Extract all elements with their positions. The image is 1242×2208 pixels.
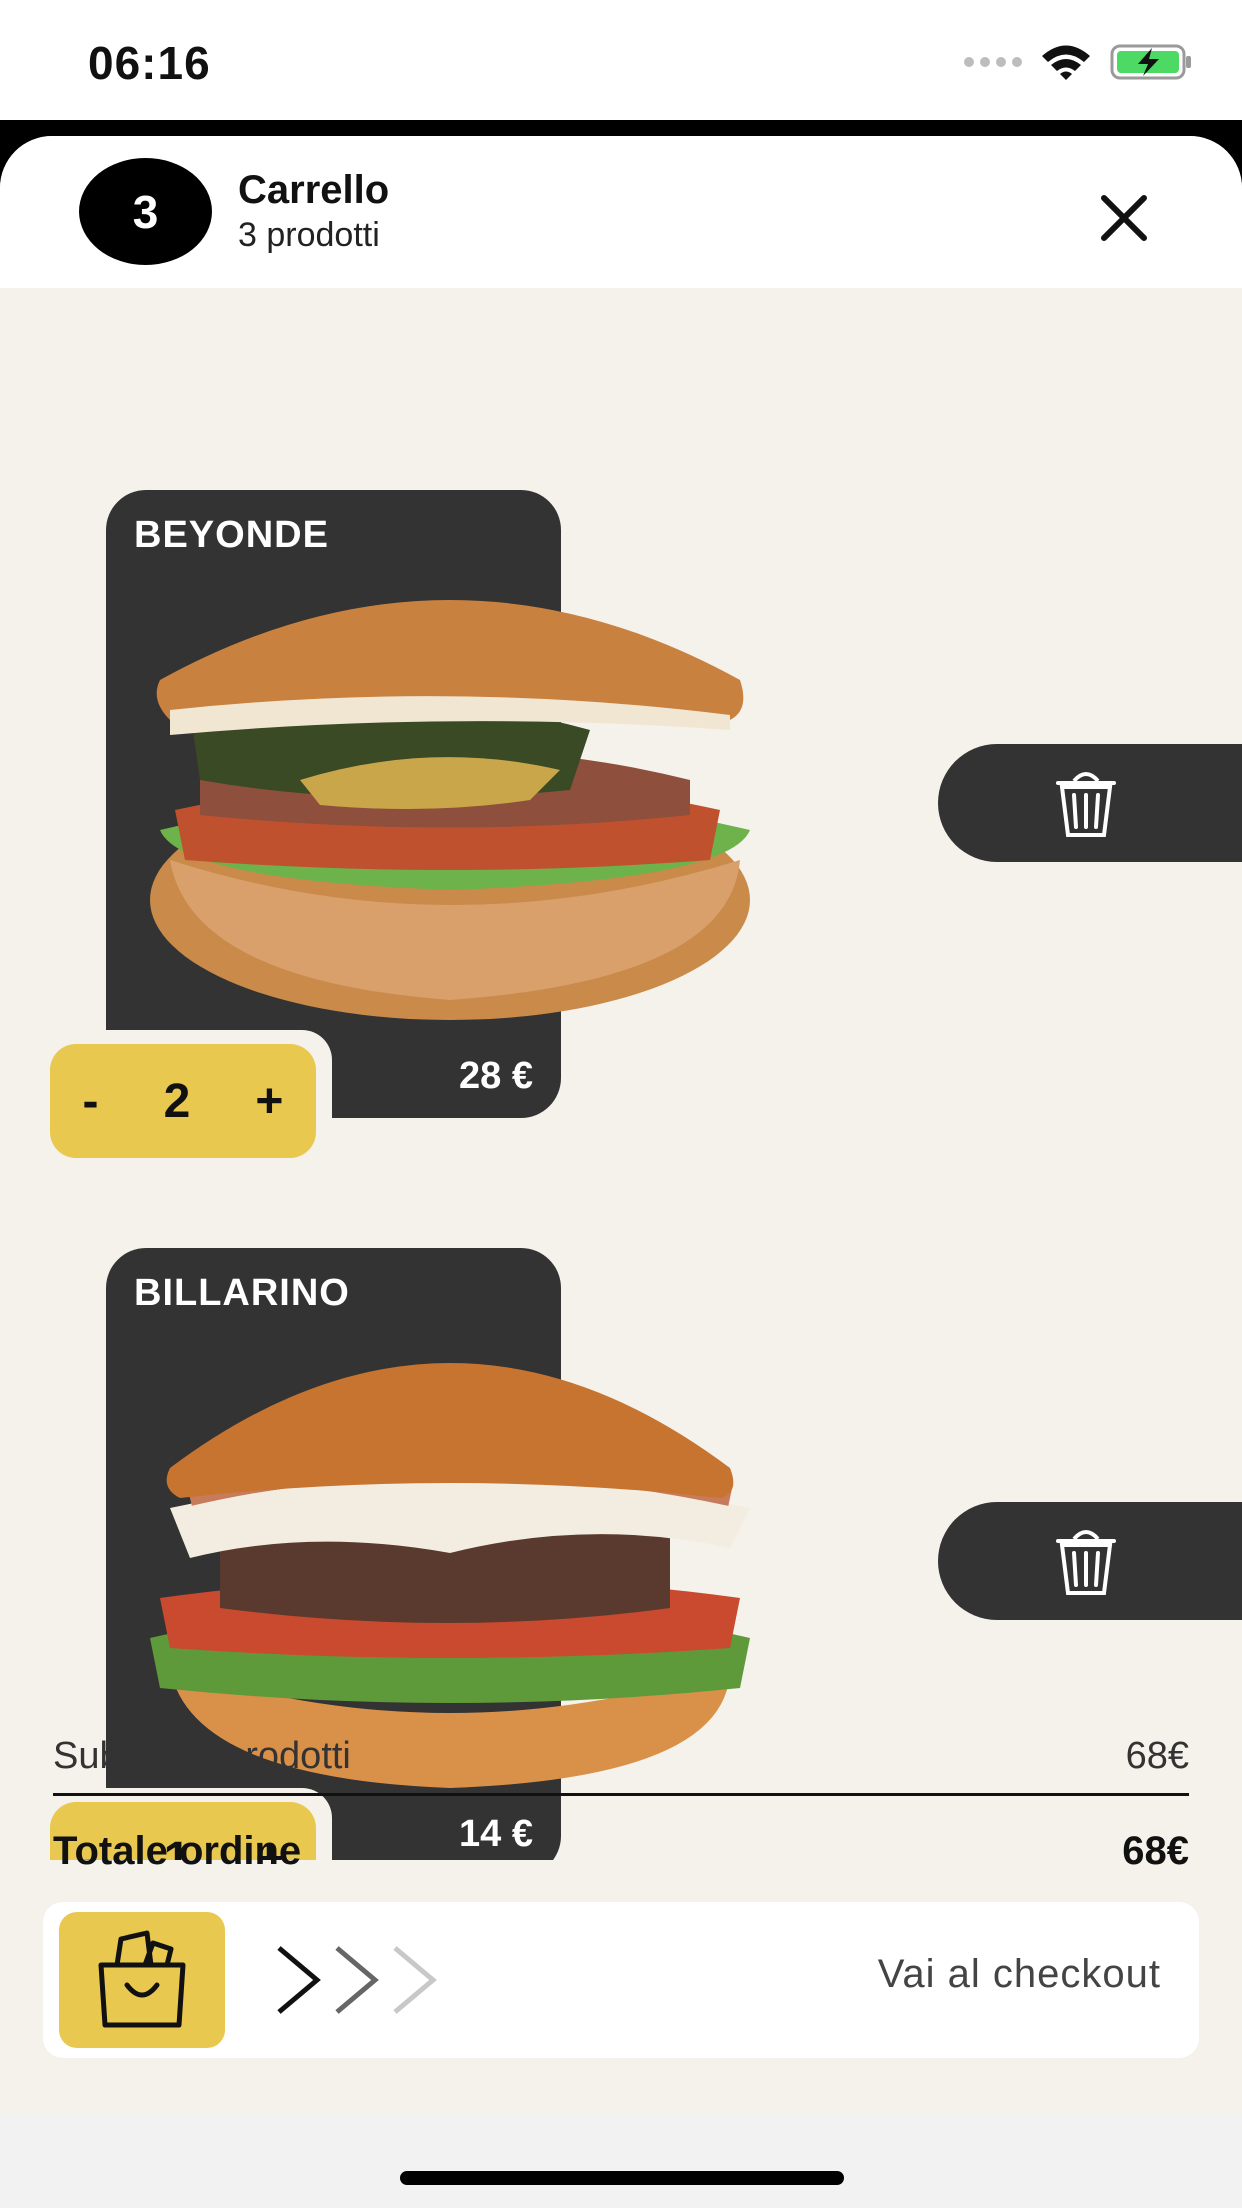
quantity-value: 2 (163, 1074, 191, 1128)
cart-items-list[interactable]: BEYONDE 28 € - 2 + BILLARINO 14 € - 1 + (0, 288, 1242, 1860)
cart-count-badge: 3 (79, 158, 212, 265)
decrease-quantity-button[interactable]: - (83, 1074, 99, 1129)
quantity-control-wrap: - 2 + (44, 1030, 332, 1158)
status-bar: 06:16 (0, 0, 1242, 120)
cart-title: Carrello (238, 168, 390, 212)
checkout-label: Vai al checkout (877, 1952, 1161, 1996)
home-area (0, 2114, 1242, 2208)
bag-icon-box (59, 1912, 225, 2048)
cart-sheet: 3 Carrello 3 prodotti BEYONDE 28 € - 2 +… (0, 136, 1242, 2208)
subtotal-label: Subtotale prodotti (53, 1734, 351, 1777)
trash-icon (1056, 772, 1116, 837)
signal-dots-icon (964, 57, 1022, 67)
close-icon (1101, 195, 1147, 241)
close-button[interactable] (1094, 188, 1154, 248)
subtotal-value: 68€ (1125, 1734, 1189, 1777)
trash-icon (1056, 1530, 1116, 1595)
status-time: 06:16 (88, 37, 211, 89)
item-name: BILLARINO (134, 1272, 350, 1314)
cart-subtitle: 3 prodotti (238, 216, 380, 254)
item-name: BEYONDE (134, 514, 329, 556)
wifi-icon (1042, 45, 1090, 80)
total-row: Totale ordine 68€ (53, 1816, 1189, 1886)
cart-header: 3 Carrello 3 prodotti (0, 136, 1242, 288)
home-indicator[interactable] (400, 2171, 844, 2185)
total-value: 68€ (1122, 1828, 1189, 1873)
status-icons (964, 42, 1194, 82)
item-price: 28 € (459, 1055, 533, 1097)
checkout-button[interactable]: Vai al checkout (43, 1902, 1199, 2058)
chevrons-right-icon (277, 1946, 437, 2014)
increase-quantity-button[interactable]: + (255, 1074, 283, 1129)
quantity-stepper: - 2 + (50, 1044, 316, 1158)
summary-divider (53, 1793, 1189, 1796)
burger-image (150, 600, 750, 1020)
delete-item-button[interactable] (938, 744, 1242, 862)
subtotal-row: Subtotale prodotti 68€ (53, 1726, 1189, 1786)
total-label: Totale ordine (53, 1828, 302, 1873)
shopping-bag-icon (98, 1930, 186, 2028)
delete-item-button[interactable] (938, 1502, 1242, 1620)
battery-charging-icon (1110, 44, 1191, 80)
